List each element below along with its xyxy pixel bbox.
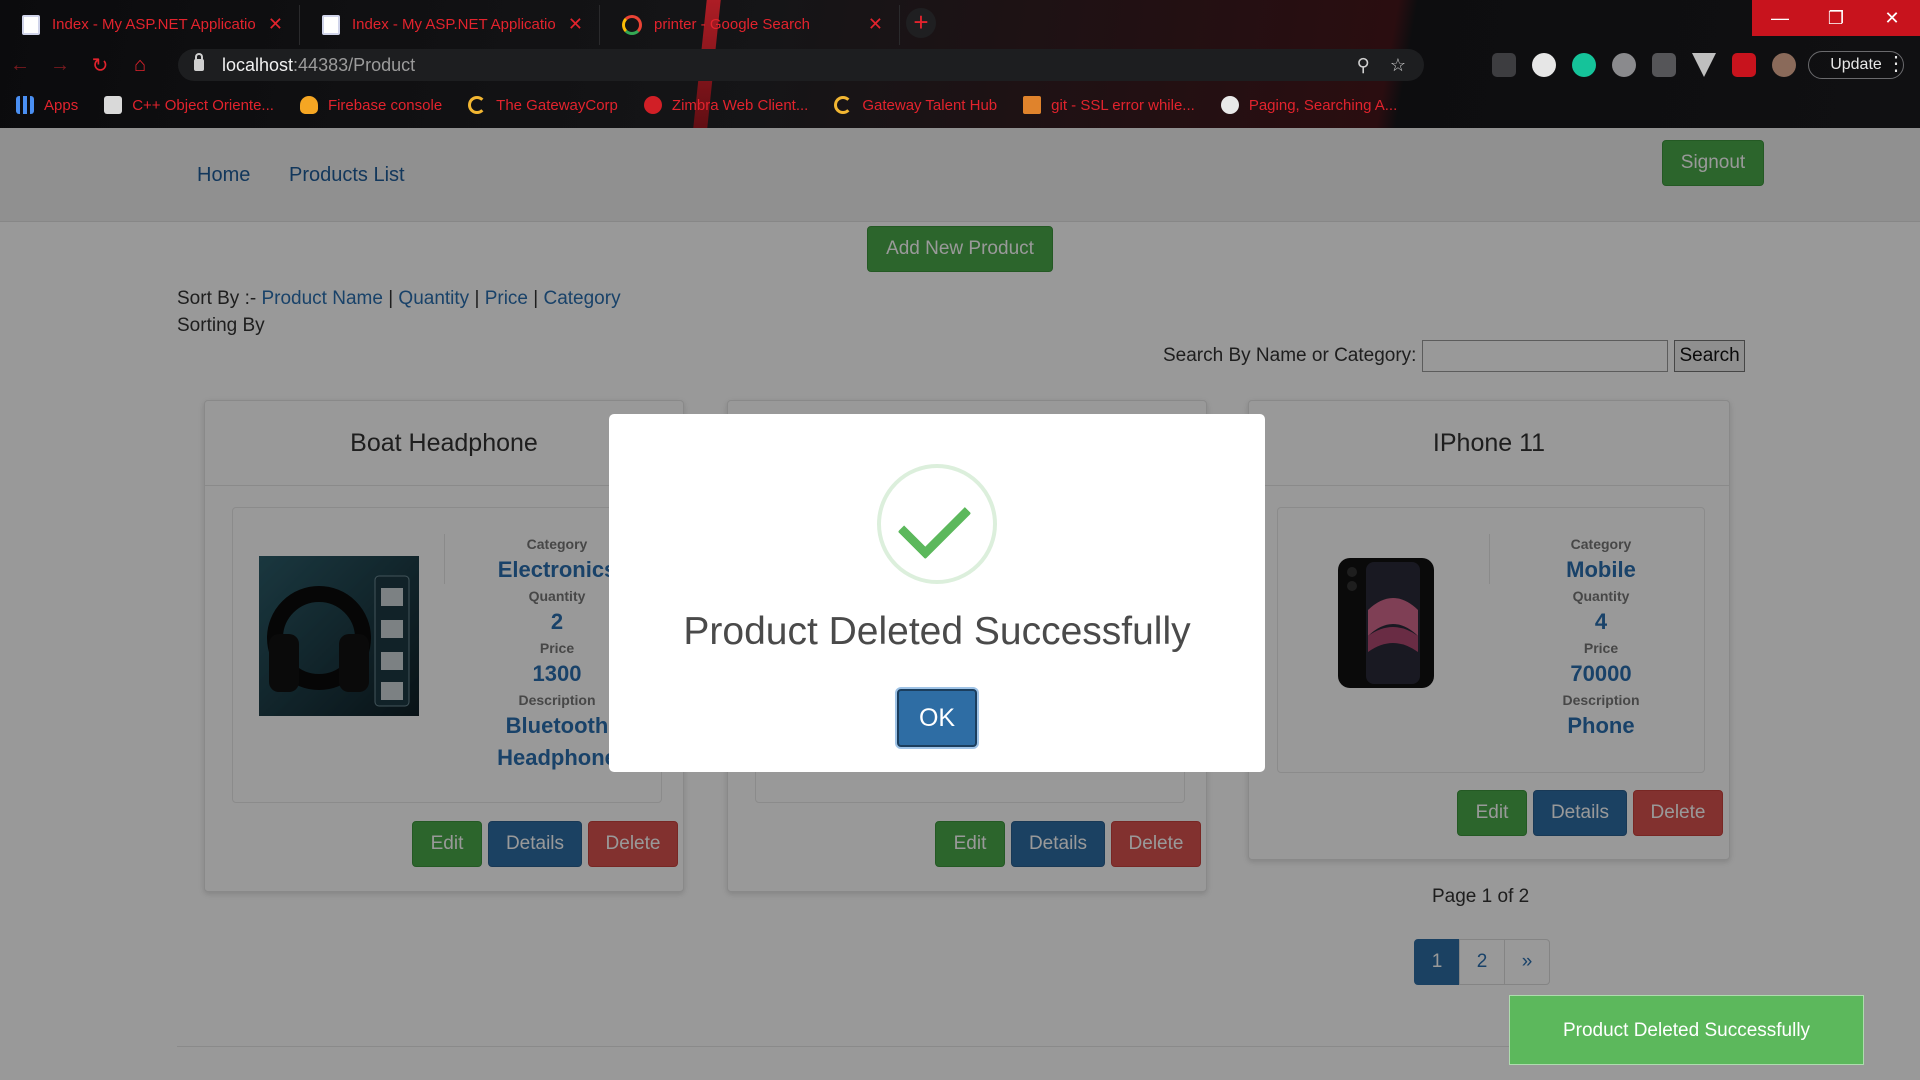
dialog-title: Product Deleted Successfully [683, 610, 1191, 653]
bookmark-item[interactable]: Firebase console [299, 96, 443, 114]
tab-title: Index - My ASP.NET Application [352, 16, 556, 33]
zoom-icon[interactable]: ⚲ [1357, 55, 1370, 76]
bookmark-label: Paging, Searching A... [1248, 96, 1398, 114]
browser-toolbar: ← → ↻ ⌂ localhost:44383/Product ⚲ ☆ Upda… [0, 46, 1920, 84]
bookmark-label: C++ Object Oriente... [132, 96, 274, 114]
bookmark-label: git - SSL error while... [1051, 96, 1195, 114]
menu-kebab-icon[interactable]: ⋮ [1886, 51, 1906, 76]
page-icon [322, 14, 340, 35]
extension-icon[interactable] [1652, 53, 1676, 77]
close-tab-icon[interactable]: ✕ [868, 14, 883, 35]
cpp-icon [104, 96, 123, 114]
bookmark-item[interactable]: Gateway Talent Hub [834, 96, 997, 114]
bookmark-item[interactable]: C++ Object Oriente... [104, 96, 274, 114]
tab-title: Index - My ASP.NET Application [52, 16, 256, 33]
back-icon[interactable]: ← [0, 54, 40, 77]
success-dialog: Product Deleted Successfully OK [609, 414, 1265, 772]
bookmark-label: Apps [44, 96, 79, 114]
bookmark-label: Zimbra Web Client... [671, 96, 809, 114]
stackoverflow-icon [1023, 96, 1042, 114]
extension-icon[interactable] [1732, 53, 1756, 77]
browser-tab[interactable]: Index - My ASP.NET Application ✕ [300, 4, 600, 45]
url-path: :44383/Product [293, 54, 416, 75]
browser-chrome: Index - My ASP.NET Application ✕ Index -… [0, 0, 1920, 128]
bookmark-item[interactable]: Zimbra Web Client... [643, 96, 809, 114]
url-host: localhost [222, 54, 294, 75]
extension-icon[interactable] [1532, 53, 1556, 77]
bookmark-label: The GatewayCorp [496, 96, 618, 114]
extensions-bar [1492, 53, 1796, 77]
bookmark-star-icon[interactable]: ☆ [1390, 55, 1406, 76]
profile-avatar[interactable] [1772, 53, 1796, 77]
bookmark-label: Firebase console [327, 96, 443, 114]
close-tab-icon[interactable]: ✕ [268, 14, 283, 35]
bookmark-label: Gateway Talent Hub [862, 96, 998, 114]
success-check-icon [877, 464, 997, 584]
gateway-icon [834, 96, 853, 114]
bookmark-item[interactable]: git - SSL error while... [1023, 96, 1195, 114]
home-icon[interactable]: ⌂ [120, 54, 160, 77]
address-bar[interactable]: localhost:44383/Product ⚲ ☆ [178, 49, 1424, 81]
react-devtools-icon[interactable] [1612, 53, 1636, 77]
google-icon [622, 14, 642, 35]
browser-tab[interactable]: Index - My ASP.NET Application ✕ [0, 4, 300, 45]
ok-button[interactable]: OK [897, 689, 977, 747]
page-icon [22, 14, 40, 35]
toast-notification[interactable]: Product Deleted Successfully [1509, 995, 1864, 1065]
tab-strip: Index - My ASP.NET Application ✕ Index -… [0, 0, 936, 46]
browser-tab[interactable]: printer - Google Search ✕ [600, 4, 900, 45]
bookmark-item[interactable]: The GatewayCorp [468, 96, 618, 114]
zimbra-icon [643, 96, 662, 114]
page-icon [1220, 96, 1239, 114]
gateway-icon [468, 96, 487, 114]
window-controls: — ❐ ✕ [1752, 0, 1920, 36]
bookmark-item[interactable]: Paging, Searching A... [1220, 96, 1398, 114]
forward-icon[interactable]: → [40, 54, 80, 77]
vue-devtools-icon[interactable] [1692, 53, 1716, 77]
maximize-button[interactable]: ❐ [1808, 0, 1864, 36]
new-tab-button[interactable]: + [906, 8, 936, 38]
tab-title: printer - Google Search [654, 16, 810, 33]
bookmark-item[interactable]: Apps [16, 96, 78, 114]
grammarly-icon[interactable] [1572, 53, 1596, 77]
extension-icon[interactable] [1492, 53, 1516, 77]
lock-icon [194, 53, 204, 71]
close-window-button[interactable]: ✕ [1864, 0, 1920, 36]
firebase-icon [299, 96, 318, 114]
reload-icon[interactable]: ↻ [80, 53, 120, 78]
apps-icon [16, 96, 34, 114]
minimize-button[interactable]: — [1752, 0, 1808, 36]
bookmarks-bar: Apps C++ Object Oriente... Firebase cons… [16, 92, 1397, 118]
close-tab-icon[interactable]: ✕ [568, 14, 583, 35]
